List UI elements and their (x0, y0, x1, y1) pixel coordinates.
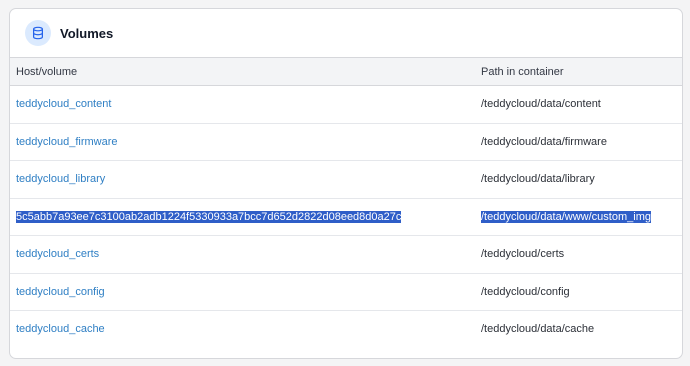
panel-title: Volumes (60, 25, 114, 41)
container-path-cell: /teddycloud/data/library (475, 160, 682, 199)
container-path: /teddycloud/data/firmware (481, 135, 607, 148)
container-path: /teddycloud/data/www/custom_img (481, 210, 651, 223)
table-row: teddycloud_library/teddycloud/data/libra… (10, 160, 682, 199)
container-path: /teddycloud/config (481, 285, 570, 298)
database-icon (25, 20, 51, 46)
table-row: 5c5abb7a93ee7c3100ab2adb1224f5330933a7bc… (10, 198, 682, 236)
volumes-panel: Volumes Host/volume Path in container te… (9, 8, 683, 359)
table-row: teddycloud_content/teddycloud/data/conte… (10, 85, 682, 124)
table-row: teddycloud_certs/teddycloud/certs (10, 235, 682, 274)
container-path: /teddycloud/data/cache (481, 323, 595, 336)
host-volume-link[interactable]: teddycloud_config (16, 286, 105, 298)
container-path-cell: /teddycloud/certs (475, 235, 682, 274)
container-path-cell: /teddycloud/config (475, 273, 682, 311)
container-path-cell: /teddycloud/data/www/custom_img (475, 198, 682, 236)
container-path: /teddycloud/certs (481, 248, 565, 261)
column-header-path: Path in container (475, 57, 682, 86)
table-row: teddycloud_firmware/teddycloud/data/firm… (10, 123, 682, 161)
host-volume-link[interactable]: teddycloud_certs (16, 248, 99, 260)
host-volume-link[interactable]: teddycloud_library (16, 173, 105, 185)
volumes-table: Host/volume Path in container teddycloud… (10, 57, 682, 348)
host-volume-link[interactable]: teddycloud_content (16, 98, 111, 110)
container-path-cell: /teddycloud/data/cache (475, 311, 682, 348)
host-volume-link[interactable]: teddycloud_cache (16, 323, 105, 335)
container-path: /teddycloud/data/content (481, 98, 601, 111)
host-volume-cell: 5c5abb7a93ee7c3100ab2adb1224f5330933a7bc… (10, 198, 475, 236)
container-path-cell: /teddycloud/data/firmware (475, 123, 682, 161)
panel-header: Volumes (10, 9, 682, 57)
table-header-row: Host/volume Path in container (10, 57, 682, 86)
table-row: teddycloud_config/teddycloud/config (10, 273, 682, 311)
host-volume-cell: teddycloud_library (10, 160, 475, 199)
host-volume-cell: teddycloud_firmware (10, 123, 475, 161)
column-header-host-volume: Host/volume (10, 57, 475, 86)
host-volume-cell: teddycloud_content (10, 85, 475, 124)
host-volume-cell: teddycloud_cache (10, 311, 475, 348)
host-volume-link[interactable]: teddycloud_firmware (16, 136, 118, 148)
host-volume-cell: teddycloud_config (10, 273, 475, 311)
host-volume-cell: teddycloud_certs (10, 235, 475, 274)
host-volume-link[interactable]: 5c5abb7a93ee7c3100ab2adb1224f5330933a7bc… (16, 210, 402, 223)
table-row: teddycloud_cache/teddycloud/data/cache (10, 311, 682, 348)
container-path-cell: /teddycloud/data/content (475, 85, 682, 124)
container-path: /teddycloud/data/library (481, 173, 595, 186)
